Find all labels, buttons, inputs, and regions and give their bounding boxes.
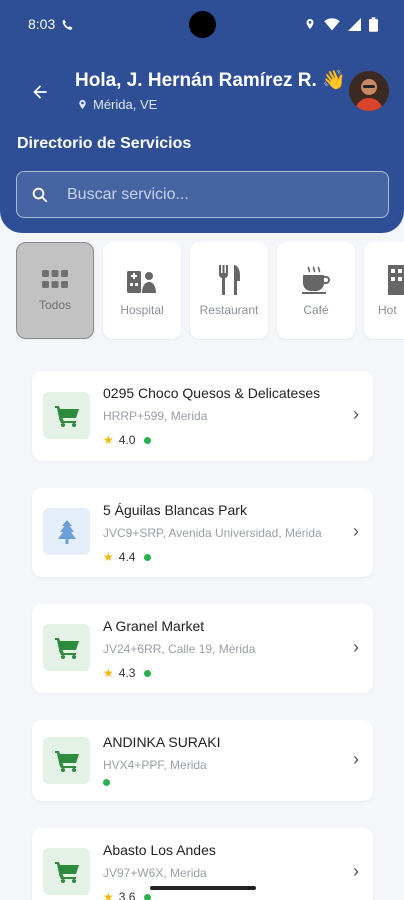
location-label: Mérida, VE xyxy=(93,97,158,112)
category-hospital[interactable]: Hospital xyxy=(103,242,181,339)
category-label: Todos xyxy=(38,297,72,312)
avatar-image xyxy=(349,71,389,111)
star-icon: ★ xyxy=(103,550,114,564)
rating-value: 4.3 xyxy=(118,666,136,680)
place-name: 5 Águilas Blancas Park xyxy=(103,502,247,518)
camera-cutout xyxy=(189,11,216,38)
place-rating: ★ 4.3 xyxy=(103,666,152,680)
category-todos[interactable]: Todos xyxy=(16,242,94,339)
place-name: A Granel Market xyxy=(103,618,205,634)
category-label: Hospital xyxy=(120,302,164,317)
search-bar[interactable] xyxy=(16,171,389,218)
category-label: Café xyxy=(303,302,329,317)
place-rating xyxy=(103,779,110,786)
search-icon xyxy=(32,187,48,202)
category-label: Restaurant xyxy=(199,302,259,317)
status-time: 8:03 xyxy=(28,16,56,32)
open-status-dot xyxy=(144,436,152,444)
place-name: ANDINKA SURAKI xyxy=(103,734,221,750)
place-rating: ★ 4.4 xyxy=(103,550,152,564)
wifi-icon xyxy=(324,17,340,30)
place-rating: ★ 4.0 xyxy=(103,433,152,447)
search-input[interactable] xyxy=(67,185,357,204)
list-item[interactable]: 5 Águilas Blancas Park JVC9+SRP, Avenida… xyxy=(32,488,373,577)
cart-icon xyxy=(43,624,90,671)
star-icon: ★ xyxy=(103,890,114,900)
user-location: Mérida, VE xyxy=(77,97,157,112)
open-status-dot xyxy=(144,553,152,561)
back-button[interactable] xyxy=(24,76,56,108)
chevron-right-icon: › xyxy=(353,749,359,769)
hospital-icon xyxy=(127,270,156,293)
open-status-dot xyxy=(144,669,152,677)
avatar[interactable] xyxy=(349,71,389,111)
utensils-icon xyxy=(218,264,240,295)
category-hotel[interactable]: Hot xyxy=(364,242,404,339)
list-item[interactable]: ANDINKA SURAKI HVX4+PPF, Merida › xyxy=(32,720,373,801)
app-header: 8:03 Hola, J. Hernán Ramírez R. 👋 Mérida… xyxy=(0,0,404,233)
place-address: JV97+W6X, Merida xyxy=(103,866,207,880)
open-status-dot xyxy=(103,779,110,786)
coffee-icon xyxy=(302,265,330,294)
signal-icon xyxy=(348,17,361,31)
chevron-right-icon: › xyxy=(353,861,359,881)
category-restaurant[interactable]: Restaurant xyxy=(190,242,268,339)
cart-icon xyxy=(43,737,90,784)
location-status-icon xyxy=(306,19,314,29)
tree-icon xyxy=(43,508,90,555)
arrow-back-icon xyxy=(33,85,47,99)
place-address: JVC9+SRP, Avenida Universidad, Mérida xyxy=(103,526,322,540)
cart-icon xyxy=(43,392,90,439)
hotel-icon xyxy=(388,264,404,295)
grid-icon xyxy=(42,269,68,288)
place-name: Abasto Los Andes xyxy=(103,842,216,858)
place-name: 0295 Choco Quesos & Delicateses xyxy=(103,385,321,401)
list-item[interactable]: 0295 Choco Quesos & Delicateses HRRP+599… xyxy=(32,371,373,461)
list-item[interactable]: A Granel Market JV24+6RR, Calle 19, Méri… xyxy=(32,604,373,693)
battery-icon xyxy=(369,16,378,32)
place-address: HRRP+599, Merida xyxy=(103,409,208,423)
location-pin-icon xyxy=(79,99,86,110)
phone-forward-icon xyxy=(62,19,73,30)
section-title: Directorio de Servicios xyxy=(17,135,192,152)
chevron-right-icon: › xyxy=(353,521,359,541)
chevron-right-icon: › xyxy=(353,637,359,657)
star-icon: ★ xyxy=(103,666,114,680)
cart-icon xyxy=(43,848,90,895)
greeting-text: Hola, J. Hernán Ramírez R. 👋 xyxy=(75,70,346,91)
category-cafe[interactable]: Café xyxy=(277,242,355,339)
rating-value: 4.4 xyxy=(118,550,136,564)
place-address: HVX4+PPF, Merida xyxy=(103,758,207,772)
open-status-dot xyxy=(144,893,152,900)
category-label: Hot xyxy=(378,302,397,317)
star-icon: ★ xyxy=(103,433,114,447)
place-rating: ★ 3.6 xyxy=(103,890,152,900)
rating-value: 4.0 xyxy=(118,433,136,447)
category-list: Todos Hospital Restaurant Café Hot xyxy=(16,242,404,340)
place-address: JV24+6RR, Calle 19, Mérida xyxy=(103,642,256,656)
rating-value: 3.6 xyxy=(118,890,136,900)
chevron-right-icon: › xyxy=(353,404,359,424)
home-indicator[interactable] xyxy=(150,886,256,890)
